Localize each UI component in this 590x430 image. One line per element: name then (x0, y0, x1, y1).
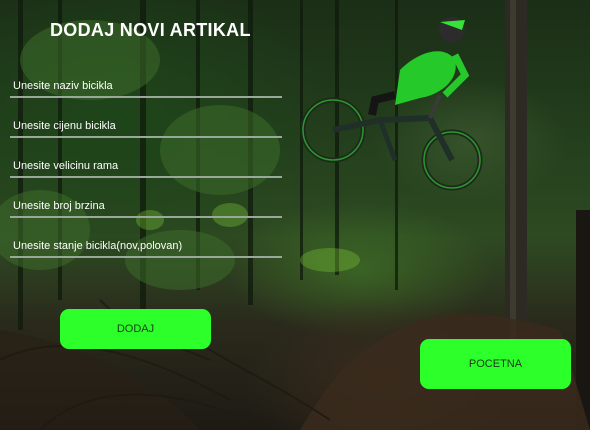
add-article-window: DODAJ NOVI ARTIKAL DODAJ POCETNA (0, 0, 590, 430)
gear-count-input[interactable] (10, 196, 282, 216)
bike-name-field-wrapper (10, 76, 282, 98)
frame-size-input[interactable] (10, 156, 282, 176)
bike-condition-field-wrapper (10, 236, 282, 258)
gear-count-field-wrapper (10, 196, 282, 218)
page-title: DODAJ NOVI ARTIKAL (50, 20, 251, 40)
bike-name-input[interactable] (10, 76, 282, 96)
frame-size-field-wrapper (10, 156, 282, 178)
bike-price-field-wrapper (10, 116, 282, 138)
home-button[interactable]: POCETNA (420, 339, 571, 389)
bike-price-input[interactable] (10, 116, 282, 136)
bike-condition-input[interactable] (10, 236, 282, 256)
add-button[interactable]: DODAJ (60, 309, 211, 349)
